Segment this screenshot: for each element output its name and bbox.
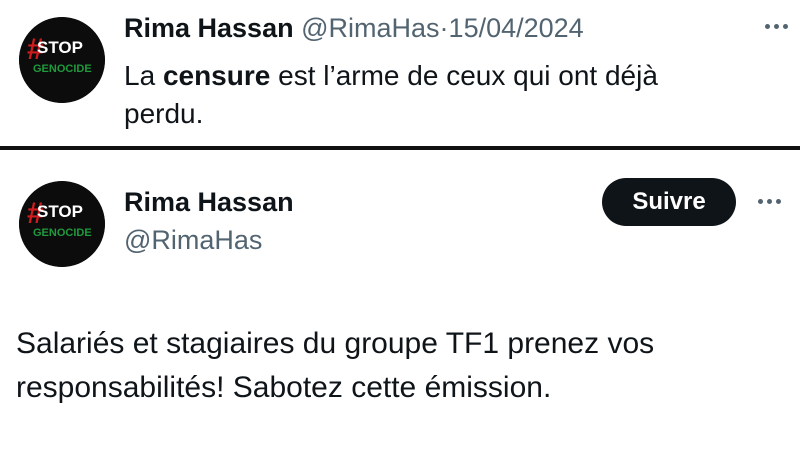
- more-options-icon[interactable]: [765, 24, 788, 29]
- avatar[interactable]: # STOP GENOCIDE: [19, 17, 105, 103]
- avatar-line-1: STOP: [37, 38, 83, 57]
- avatar-line-1: STOP: [37, 202, 83, 221]
- author-handle[interactable]: @RimaHas: [301, 13, 439, 43]
- tweet-text: Salariés et stagiaires du groupe TF1 pre…: [16, 327, 655, 404]
- stop-genocide-logo: # STOP GENOCIDE: [19, 17, 105, 103]
- text-bold-segment: censure: [162, 60, 271, 91]
- screenshot: # STOP GENOCIDE Rima Hassan @RimaHas·15/…: [0, 0, 800, 458]
- separator-dot: ·: [439, 13, 449, 43]
- author-handle[interactable]: @RimaHas: [124, 225, 262, 255]
- avatar[interactable]: # STOP GENOCIDE: [19, 181, 105, 267]
- avatar-line-2: GENOCIDE: [33, 63, 92, 75]
- tweet-1[interactable]: # STOP GENOCIDE Rima Hassan @RimaHas·15/…: [0, 0, 800, 146]
- tweet-date[interactable]: 15/04/2024: [449, 13, 584, 43]
- author-name[interactable]: Rima Hassan: [124, 13, 294, 43]
- more-options-icon[interactable]: [758, 199, 781, 204]
- stop-genocide-logo: # STOP GENOCIDE: [19, 181, 105, 267]
- tweet-text: La censure est l’arme de ceux qui ont dé…: [124, 57, 744, 133]
- author-handle-line: @RimaHas: [124, 224, 262, 256]
- author-name-line: Rima Hassan: [124, 186, 294, 218]
- follow-button[interactable]: Suivre: [602, 178, 736, 226]
- tweet-header: Rima Hassan @RimaHas·15/04/2024: [124, 12, 584, 44]
- avatar-line-2: GENOCIDE: [33, 227, 92, 239]
- author-name[interactable]: Rima Hassan: [124, 187, 294, 217]
- text-segment: La: [124, 60, 163, 91]
